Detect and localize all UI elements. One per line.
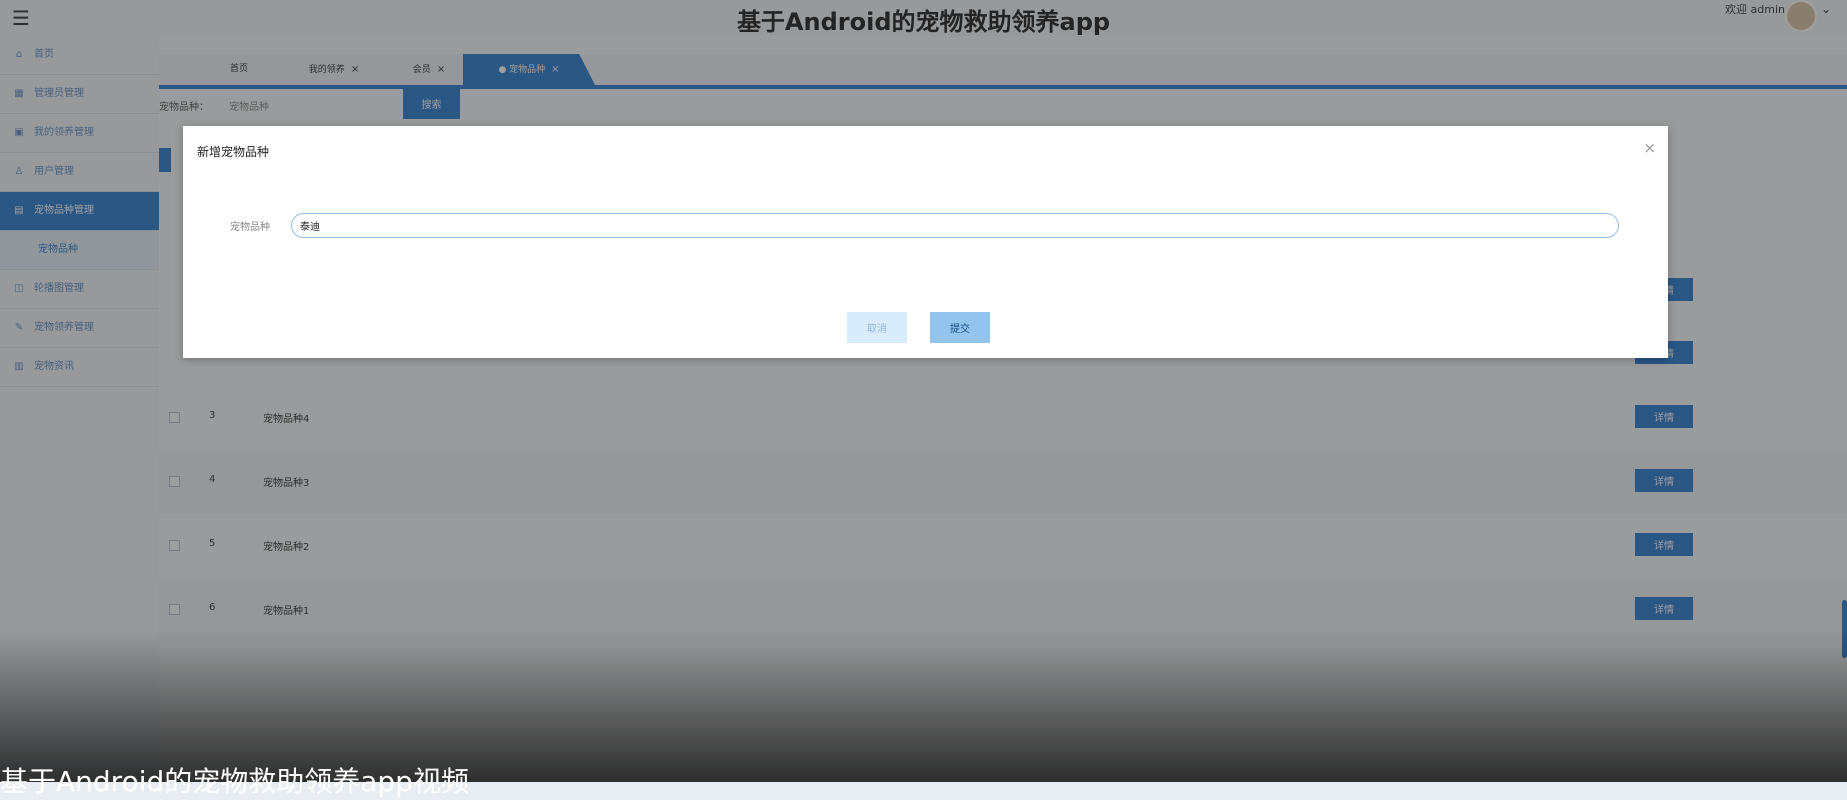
add-pet-breed-dialog: 新增宠物品种 × 宠物品种 取消 提交 bbox=[183, 126, 1668, 358]
pet-breed-label: 宠物品种 bbox=[230, 222, 270, 233]
cancel-button[interactable]: 取消 bbox=[847, 312, 907, 343]
submit-button[interactable]: 提交 bbox=[930, 312, 990, 343]
video-caption: 基于Android的宠物救助领养app视频 bbox=[0, 765, 469, 798]
close-icon[interactable]: × bbox=[1643, 139, 1656, 157]
dialog-title: 新增宠物品种 bbox=[197, 145, 270, 159]
pet-breed-input[interactable] bbox=[291, 213, 1619, 238]
